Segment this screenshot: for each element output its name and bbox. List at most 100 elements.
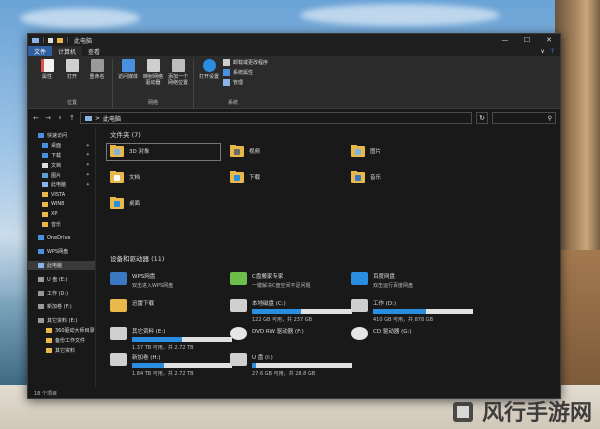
xunlei-icon [110,299,127,312]
folder-item[interactable]: 图片 [351,145,381,157]
device-item[interactable]: WPS网盘 双击进入WPS网盘 [110,272,173,289]
cloud [20,8,140,28]
sidebar-item[interactable]: 音乐 [28,219,95,229]
recent-locations-button[interactable]: ∨ [56,115,64,121]
sidebar-item[interactable]: WIN8 [28,200,95,210]
uninstall-program-button[interactable]: 卸载或更改程序 [223,59,268,66]
folder-item[interactable]: 文档 [110,171,140,183]
sidebar-item[interactable]: VISTA [28,190,95,200]
path-segment[interactable]: 此电脑 [103,114,121,123]
access-media-label: 访问媒体 [117,74,138,80]
system-properties-icon [223,69,230,76]
pin-icon: ✦ [85,142,90,149]
properties-icon[interactable] [48,37,53,43]
sidebar-item[interactable]: 工作 (D:) [28,288,95,298]
minimize-button[interactable]: — [494,34,516,46]
folder-item[interactable]: 桌面 [110,197,140,209]
capacity-bar-fill [252,363,256,368]
device-item[interactable]: 百度网盘 双击运行百度网盘 [351,272,413,289]
device-item[interactable]: 新加卷 (H:) 1.84 TB 可用，共 2.72 TB [110,353,232,377]
sidebar-item[interactable]: 此电脑 [28,260,95,271]
sidebar-item[interactable]: 文档 ✦ [28,160,95,170]
sidebar-item-label: VISTA [51,191,66,198]
open-button[interactable]: 打开 [61,59,83,99]
sidebar-item[interactable]: 桌面 ✦ [28,141,95,151]
folder-icon [46,347,52,353]
up-button[interactable]: ↑ [68,114,76,122]
sidebar-item[interactable]: 快速访问 [28,131,95,141]
refresh-button[interactable]: ↻ [476,112,488,124]
map-network-drive-button[interactable]: 映射网络驱动器 [142,59,164,99]
access-media-button[interactable]: 访问媒体 [117,59,139,99]
sidebar-item[interactable]: 新加卷 (F:) [28,302,95,312]
sidebar-item[interactable]: 360驱动大师目录 [28,326,95,336]
computer-icon [85,115,92,121]
sidebar-item[interactable]: 此电脑 ✦ [28,180,95,190]
folder-icon [230,145,244,157]
tab-view[interactable]: 查看 [82,46,106,56]
c-drive-expert-icon [230,272,247,285]
folder-item[interactable]: 下载 [230,171,260,183]
help-button[interactable]: ? [551,48,554,55]
capacity-bar [373,309,473,314]
close-button[interactable]: ✕ [538,34,560,46]
sidebar-item[interactable]: 下载 ✦ [28,151,95,161]
watermark-text: 风行手游网 [481,401,592,426]
device-item[interactable]: 本地磁盘 (C:) 122 GB 可用，共 237 GB [230,299,352,323]
maximize-button[interactable]: ☐ [516,34,538,46]
device-name: C盘搬家专家 [252,274,284,280]
sidebar-item[interactable]: 其它资料 [28,345,95,355]
sidebar-item-label: 音乐 [51,221,62,228]
download-icon [42,152,48,158]
folder-item[interactable]: 视频 [230,145,260,157]
add-network-location-button[interactable]: 添加一个网络位置 [167,59,189,99]
manage-label: 管理 [233,80,244,86]
folder-label: 桌面 [129,201,141,207]
drive-icon [351,299,368,312]
forward-button[interactable]: → [44,114,52,122]
device-item[interactable]: U 盘 (I:) 27.6 GB 可用，共 28.8 GB [230,353,352,377]
device-item[interactable]: CD 驱动器 (G:) [351,327,411,340]
sidebar-item[interactable]: XP [28,209,95,219]
tab-file[interactable]: 文件 [28,46,53,56]
search-input[interactable]: ⚲ [492,112,556,124]
device-name: 本地磁盘 (C:) [252,301,286,307]
address-bar[interactable]: > 此电脑 [80,112,472,124]
sidebar-item[interactable]: 其它资料 (E:) [28,316,95,326]
device-item[interactable]: 其它资料 (E:) 1.37 TB 可用，共 2.72 TB [110,327,232,351]
group-label-network: 网络 [147,100,158,106]
pin-icon: ✦ [85,172,90,179]
media-icon [121,59,135,72]
rename-button[interactable]: 重命名 [86,59,108,99]
free-space-text: 410 GB 可用，共 878 GB [373,317,434,323]
sidebar-item[interactable]: U 盘 (E:) [28,274,95,284]
device-item[interactable]: 工作 (D:) 410 GB 可用，共 878 GB [351,299,473,323]
sidebar-item[interactable]: 备份工作文件 [28,335,95,345]
tab-computer[interactable]: 计算机 [52,46,83,56]
path-separator: > [95,114,101,122]
system-properties-button[interactable]: 系统属性 [223,69,268,76]
computer-icon [38,262,44,268]
properties-button[interactable]: 属性 [36,59,58,99]
rock [555,250,600,390]
sidebar-item-label: 桌面 [51,143,62,150]
computer-icon [32,37,39,43]
sidebar-item[interactable]: 图片 ✦ [28,170,95,180]
device-item[interactable]: 迅雷下载 [110,299,154,312]
device-item[interactable]: C盘搬家专家一键解决C盘空间不足问题 [230,272,311,289]
group-header-devices[interactable]: 设备和驱动器 (11) [110,253,164,263]
folder-item[interactable]: 音乐 [351,171,381,183]
sidebar-item[interactable]: WPS网盘 [28,247,95,257]
device-item[interactable]: DVD RW 驱动器 (F:) [230,327,304,340]
back-button[interactable]: ← [32,114,40,122]
new-folder-icon[interactable] [57,37,63,43]
group-header-folders[interactable]: 文件夹 (7) [110,129,141,139]
sidebar-item[interactable]: OneDrive [28,233,95,243]
manage-button[interactable]: 管理 [223,79,268,86]
sidebar-item-label: XP [51,211,58,218]
desktop-icon [42,143,48,149]
network-drive-icon [146,59,160,72]
open-settings-button[interactable]: 打开设置 [198,59,220,99]
device-description: 一键解决C盘空间不足问题 [252,283,311,289]
collapse-ribbon-button[interactable]: ∨ [540,48,544,55]
